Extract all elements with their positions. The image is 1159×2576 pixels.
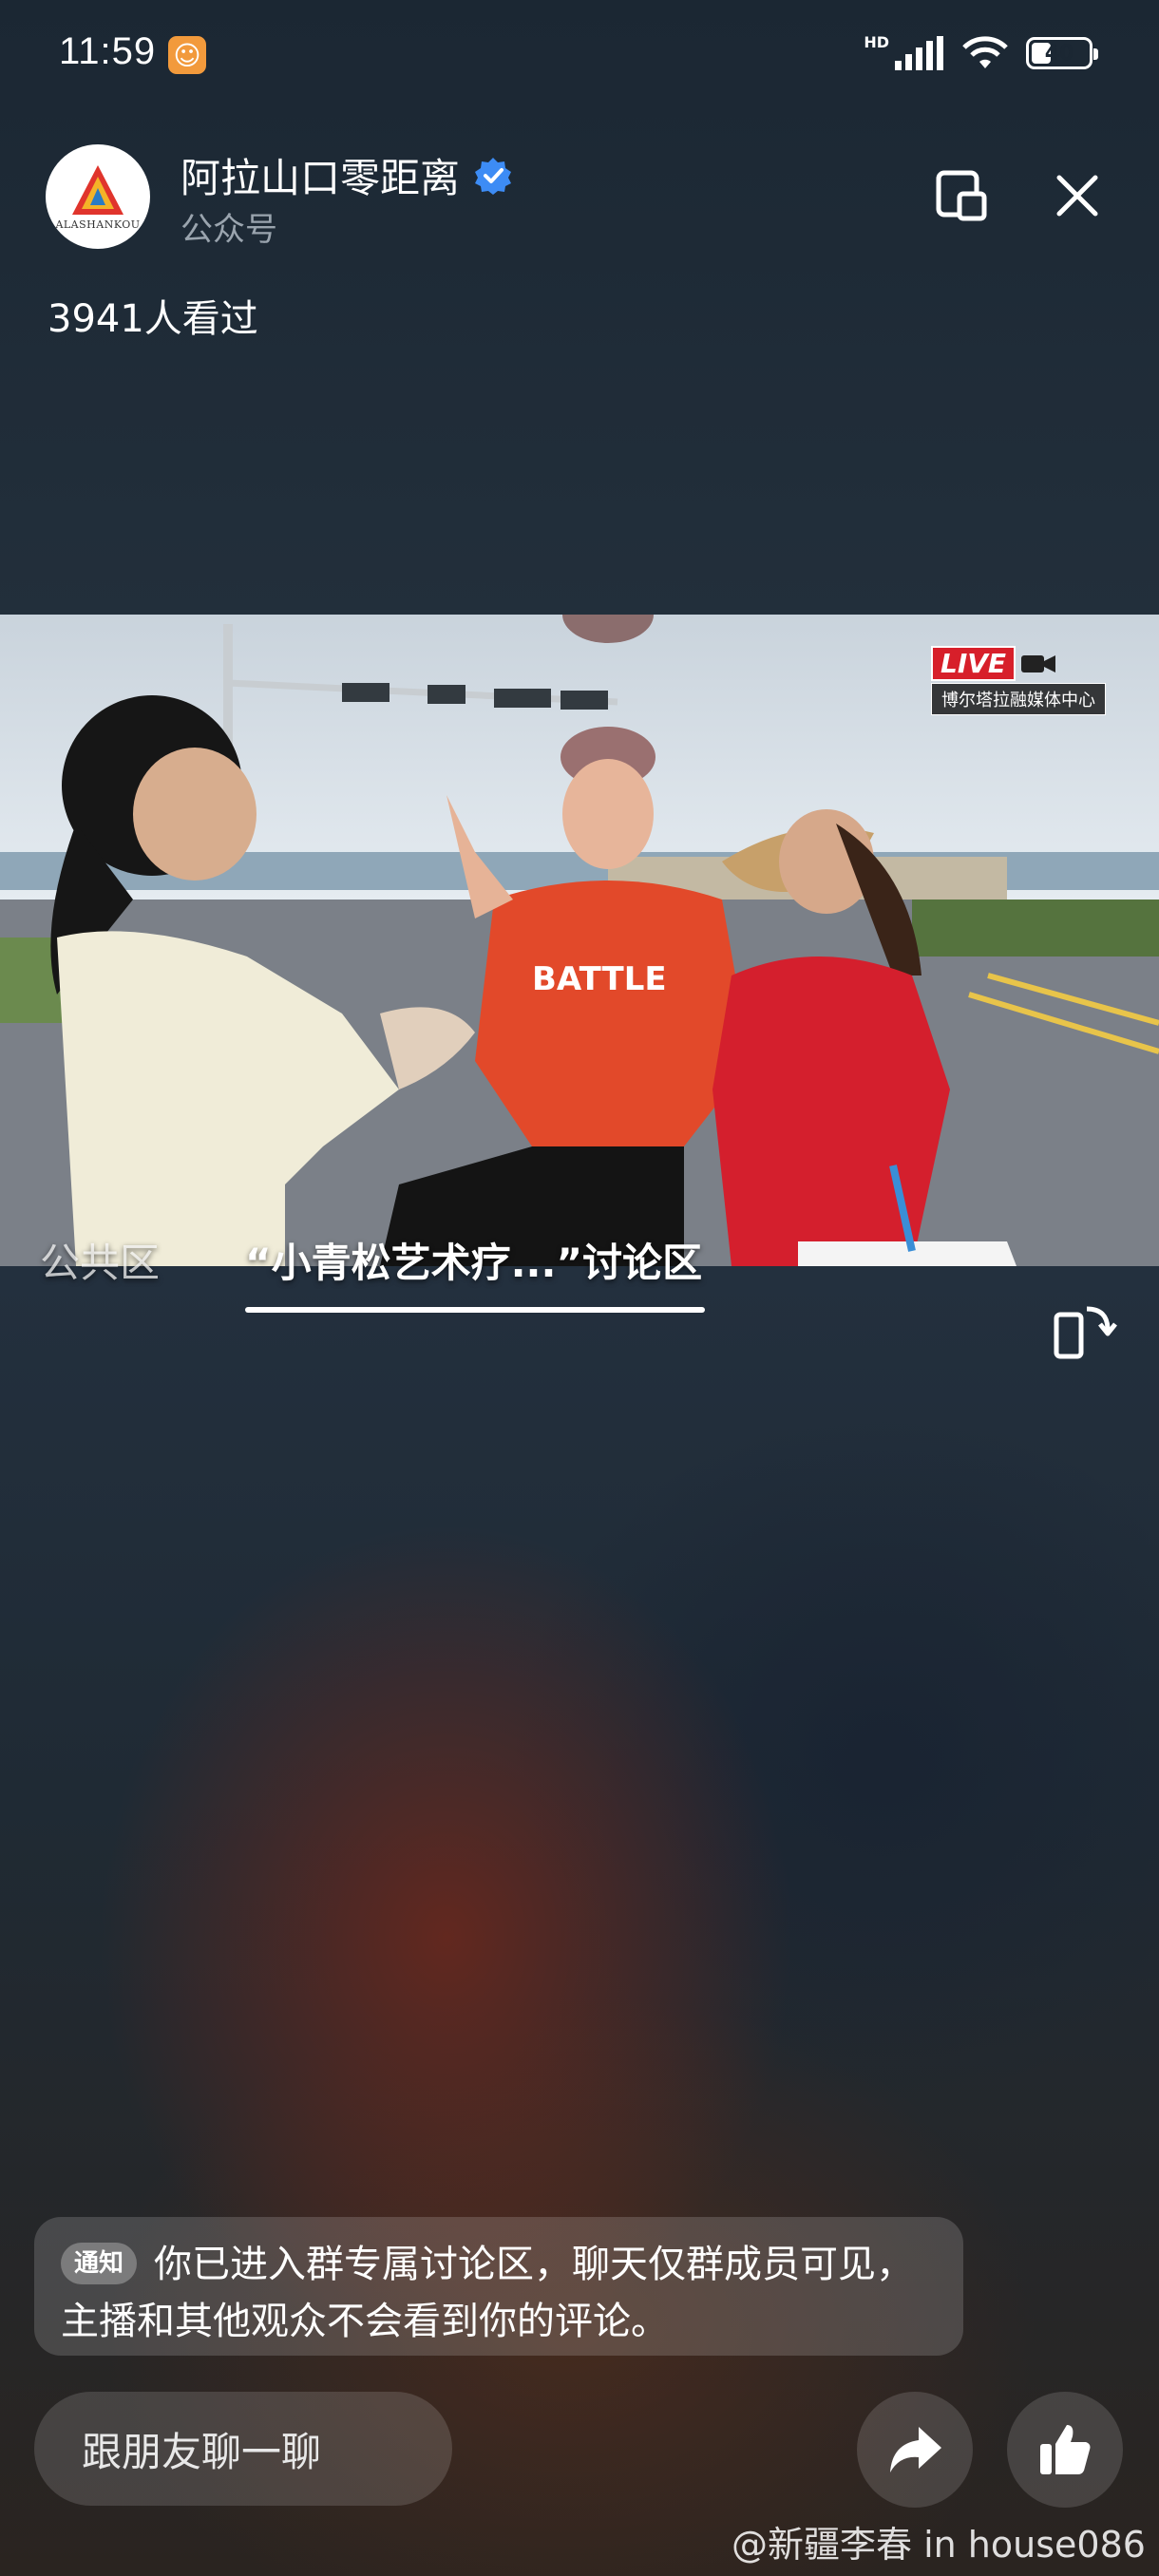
verified-icon — [475, 157, 512, 195]
viewer-count: 3941人看过 — [48, 297, 258, 341]
rotate-icon — [1054, 1306, 1117, 1359]
chat-with-friends-button[interactable]: 跟朋友聊一聊 — [34, 2392, 452, 2506]
tab-public-area[interactable]: 公共区 — [40, 1231, 160, 1289]
notice-badge: 通知 — [61, 2243, 138, 2284]
live-label: LIVE — [931, 646, 1016, 681]
status-indicators: HD 40 — [864, 32, 1098, 72]
live-source: 博尔塔拉融媒体中心 — [931, 683, 1106, 715]
account-name: 阿拉山口零距离 — [180, 155, 461, 201]
close-button[interactable] — [1047, 165, 1108, 226]
network-label: HD — [864, 32, 889, 51]
account-avatar[interactable]: ALASHANKOU — [46, 144, 150, 249]
camera-icon — [1021, 654, 1056, 672]
like-button[interactable] — [1007, 2392, 1123, 2508]
rotate-screen-button[interactable] — [1045, 1296, 1121, 1372]
smile-app-icon: ☺ — [168, 36, 206, 74]
notice-text: 你已进入群专属讨论区，聊天仅群成员可见，主播和其他观众不会看到你的评论。 — [61, 2243, 915, 2343]
account-name-row[interactable]: 阿拉山口零距离 — [180, 146, 513, 204]
status-time: 11:59 — [59, 30, 157, 72]
battery-level: 40 — [1044, 41, 1074, 66]
signal-icon — [895, 36, 943, 70]
live-badge: LIVE 博尔塔拉融媒体中心 — [931, 646, 1106, 715]
float-window-icon — [936, 170, 987, 221]
watermark: @新疆李春 in house086 — [732, 2524, 1146, 2566]
share-button[interactable] — [857, 2392, 973, 2508]
logo-icon — [72, 164, 124, 215]
jersey-text: BATTLE — [532, 960, 667, 998]
close-icon — [1056, 175, 1098, 217]
account-type: 公众号 — [180, 211, 277, 249]
thumbs-up-icon — [1040, 2425, 1091, 2474]
avatar-text: ALASHANKOU — [55, 218, 141, 231]
battery-indicator: 40 — [1026, 37, 1098, 69]
chat-button-label: 跟朋友聊一聊 — [82, 2428, 322, 2475]
float-window-button[interactable] — [931, 165, 992, 226]
tab-group-discussion[interactable]: “小青松艺术疗...”讨论区 — [245, 1231, 702, 1289]
wifi-icon — [962, 36, 1008, 68]
share-icon — [890, 2427, 941, 2472]
active-tab-indicator — [245, 1307, 705, 1313]
group-notice: 通知 你已进入群专属讨论区，聊天仅群成员可见，主播和其他观众不会看到你的评论。 — [34, 2217, 963, 2356]
